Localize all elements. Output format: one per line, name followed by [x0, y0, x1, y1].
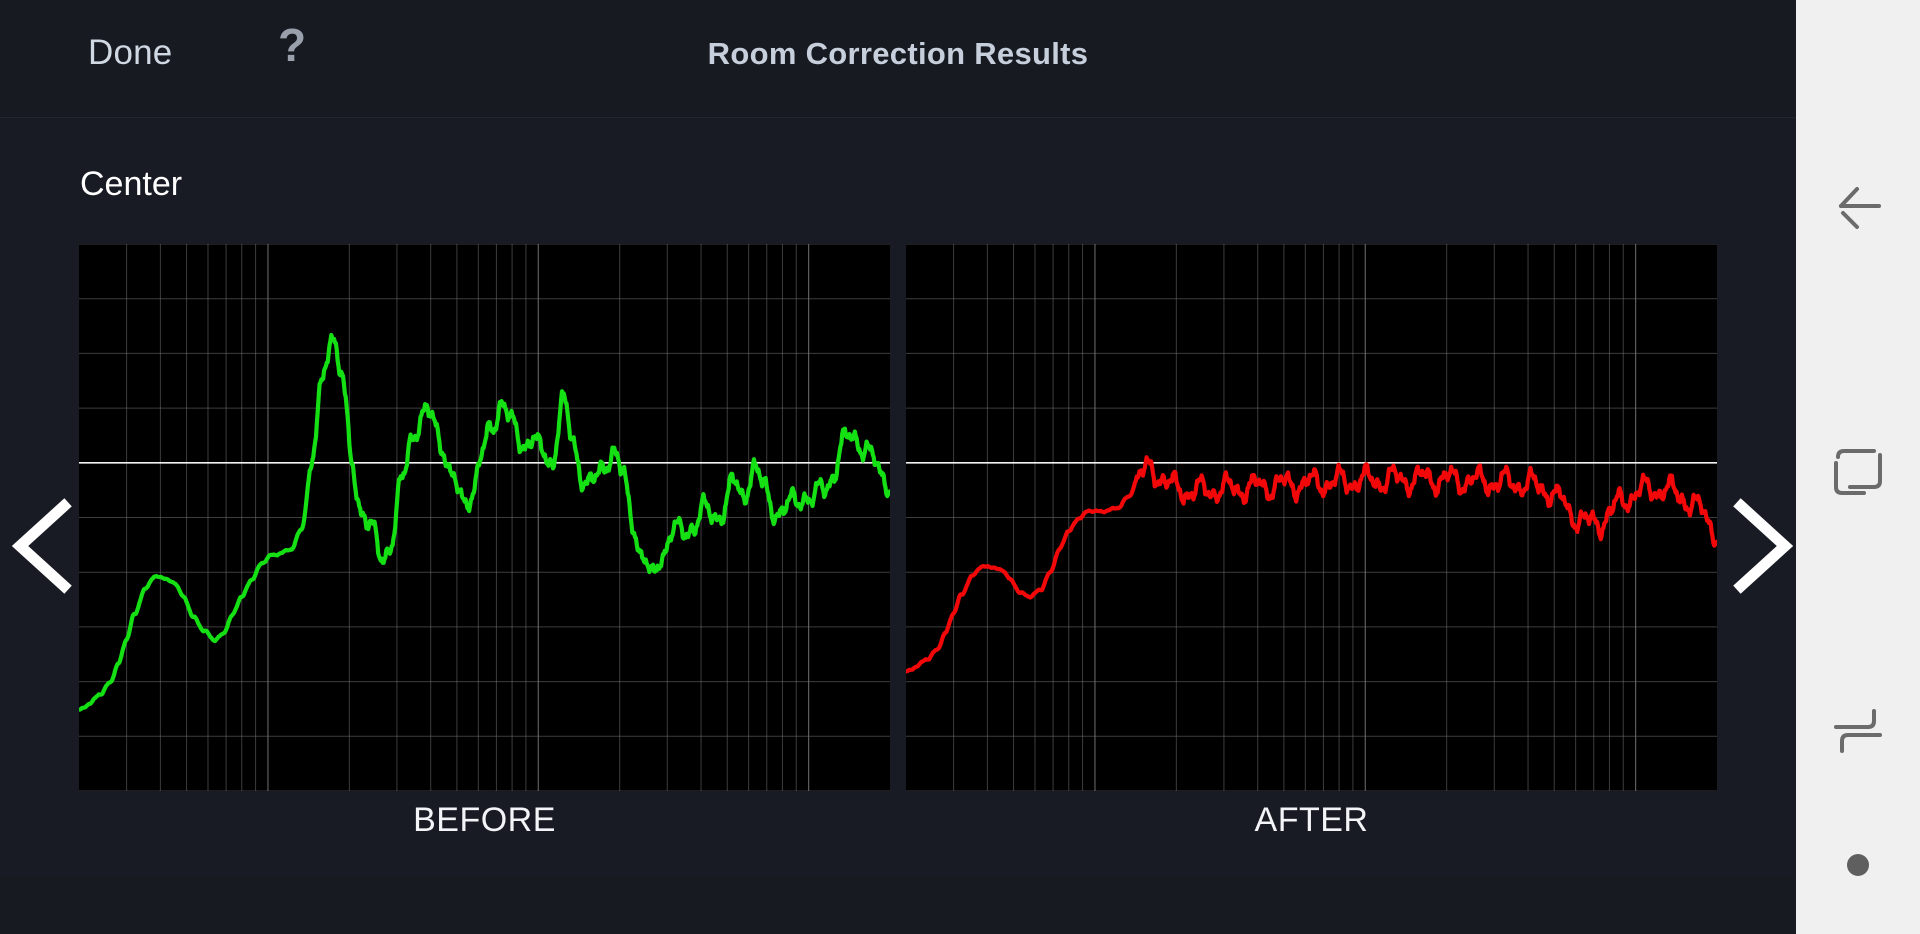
- page-title: Room Correction Results: [707, 36, 1089, 71]
- before-chart-block: BEFORE: [79, 244, 890, 840]
- nav-split-screen-button[interactable]: [1796, 685, 1920, 777]
- nav-overview-button[interactable]: [1796, 425, 1920, 517]
- split-screen-icon: [1830, 703, 1886, 759]
- app-root: Done ? Room Correction Results Center BE…: [0, 0, 1920, 934]
- after-caption: AFTER: [1254, 801, 1369, 839]
- content-area: Done ? Room Correction Results Center BE…: [0, 0, 1796, 934]
- top-bar: Done ? Room Correction Results: [0, 0, 1796, 118]
- rounded-square-icon: [1830, 443, 1886, 499]
- after-chart-block: AFTER: [906, 244, 1717, 840]
- before-caption: BEFORE: [413, 801, 556, 839]
- next-channel-button[interactable]: [1727, 498, 1796, 594]
- chevron-left-icon: [6, 498, 76, 594]
- dot-icon: [1847, 854, 1869, 876]
- nav-dot-button[interactable]: [1796, 835, 1920, 895]
- arrow-left-icon: [1827, 175, 1889, 237]
- after-plot-svg: [906, 244, 1717, 791]
- channel-name-label: Center: [80, 165, 183, 203]
- before-plot[interactable]: [79, 244, 890, 791]
- after-plot[interactable]: [906, 244, 1717, 791]
- bottom-strip: [0, 876, 1796, 934]
- chevron-right-icon: [1727, 498, 1796, 594]
- prev-channel-button[interactable]: [6, 498, 76, 594]
- before-plot-svg: [79, 244, 890, 791]
- system-navigation-rail: [1796, 0, 1920, 934]
- nav-back-button[interactable]: [1796, 160, 1920, 252]
- results-panel: Center BEFORE AFTER: [0, 118, 1796, 876]
